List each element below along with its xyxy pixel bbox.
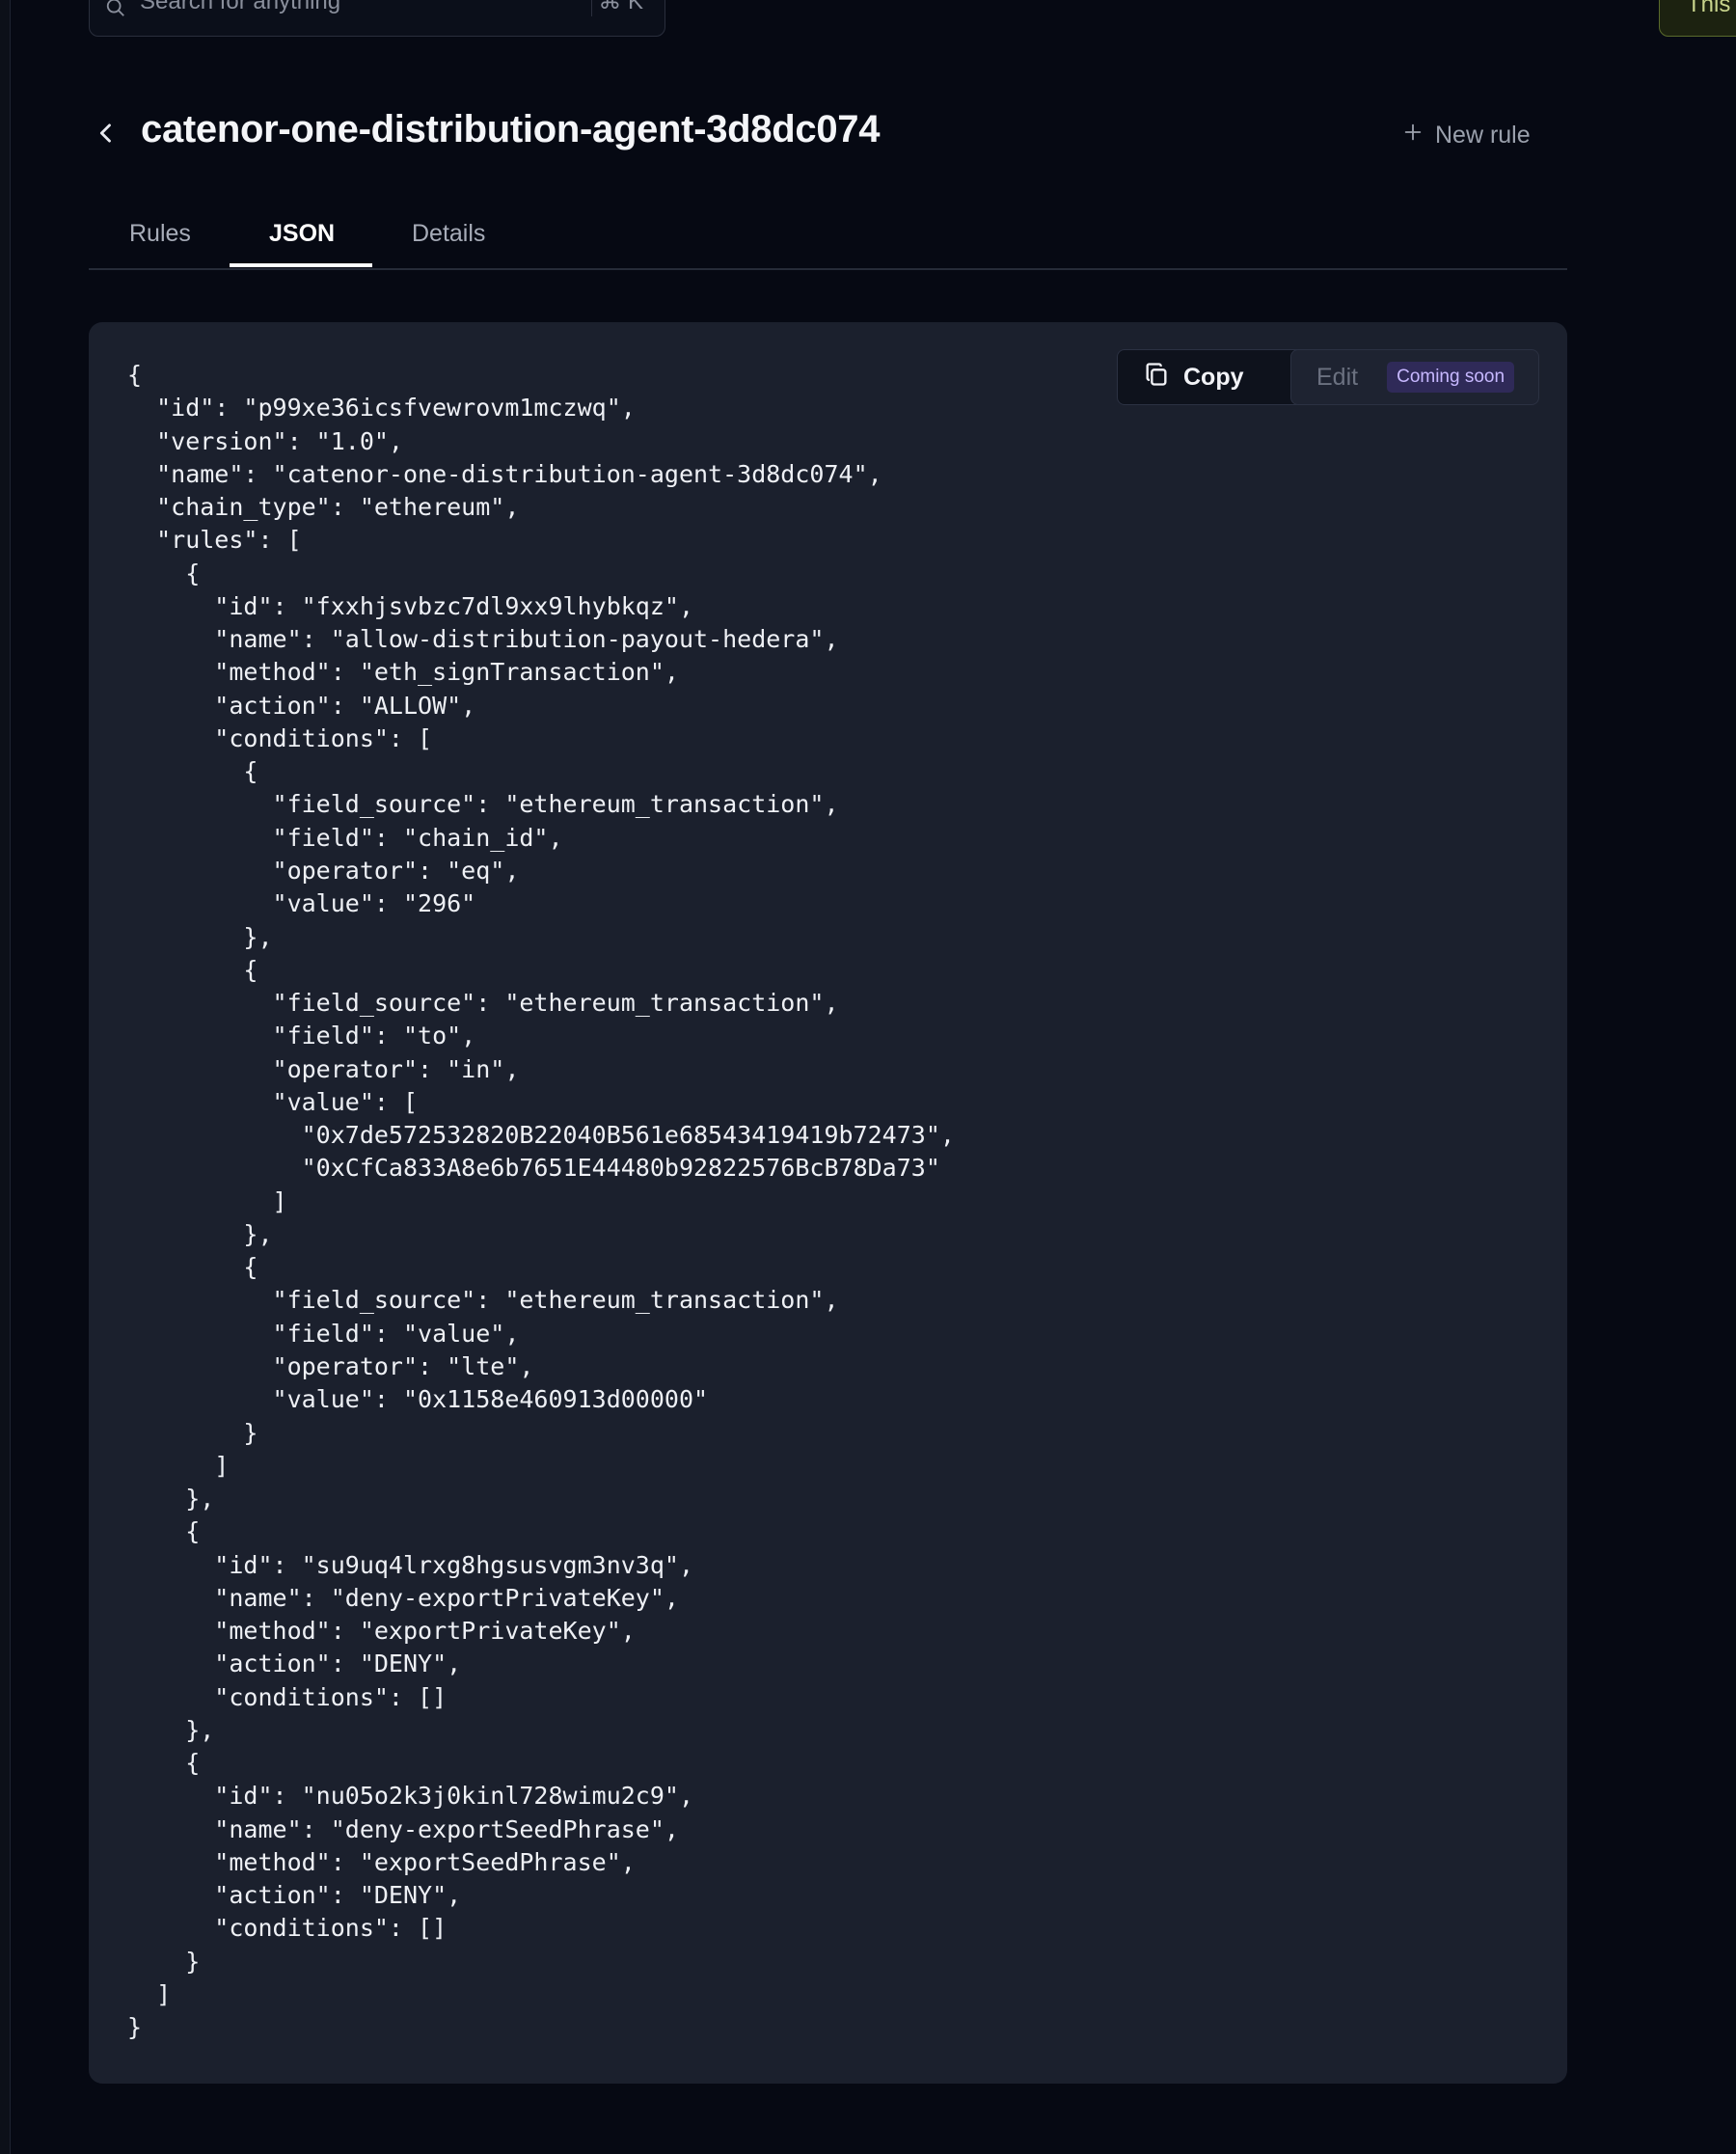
back-button[interactable]: [93, 120, 120, 147]
new-rule-label: New rule: [1435, 121, 1531, 149]
search-input[interactable]: Search for anything ⌘ K: [89, 0, 665, 37]
search-icon: [105, 0, 126, 18]
json-code: { "id": "p99xe36icsfvewrovm1mczwq", "ver…: [127, 361, 955, 2042]
active-tab-indicator: [230, 263, 372, 267]
page-title: catenor-one-distribution-agent-3d8dc074: [141, 108, 881, 150]
tab-json[interactable]: JSON: [269, 220, 335, 248]
tab-bar: Rules JSON Details: [89, 206, 1567, 270]
tab-rules[interactable]: Rules: [129, 220, 191, 248]
edit-button[interactable]: Edit Coming soon: [1290, 349, 1539, 405]
json-panel: { "id": "p99xe36icsfvewrovm1mczwq", "ver…: [89, 322, 1567, 2084]
chevron-left-icon: [93, 123, 120, 150]
tab-details[interactable]: Details: [412, 220, 485, 248]
new-rule-button[interactable]: New rule: [1402, 118, 1531, 152]
corner-tag-label: This: [1687, 0, 1731, 17]
copy-icon: [1143, 361, 1170, 395]
search-placeholder: Search for anything: [140, 0, 341, 14]
coming-soon-badge: Coming soon: [1387, 362, 1515, 393]
left-rail: [0, 0, 11, 2154]
plus-icon: [1402, 122, 1424, 150]
copy-label: Copy: [1183, 363, 1244, 391]
corner-tag[interactable]: This: [1659, 0, 1736, 37]
copy-button[interactable]: Copy: [1117, 349, 1308, 405]
search-shortcut: ⌘ K: [591, 0, 649, 16]
edit-label: Edit: [1316, 363, 1359, 391]
